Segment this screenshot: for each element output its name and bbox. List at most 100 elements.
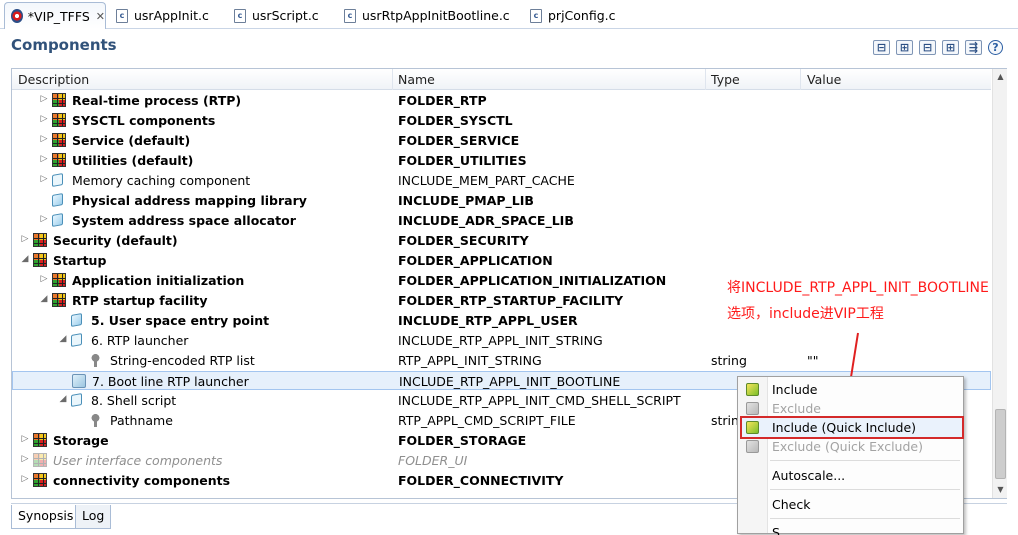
collapse-arrow-icon[interactable]: ◢ bbox=[39, 294, 49, 304]
expand-arrow-icon[interactable]: ▷ bbox=[39, 114, 49, 124]
exclude-icon bbox=[746, 440, 759, 453]
expand-all-icon[interactable]: ⊞ bbox=[896, 40, 913, 55]
column-value[interactable]: Value bbox=[807, 72, 841, 87]
table-row[interactable]: ▷ Memory caching component INCLUDE_MEM_PAR… bbox=[12, 171, 991, 191]
tab-log[interactable]: Log bbox=[75, 505, 112, 529]
tab-usrrtpappinitbootline[interactable]: c usrRtpAppInitBootline.c bbox=[338, 2, 510, 29]
menu-item-autoscale[interactable]: Autoscale... bbox=[738, 466, 963, 485]
folder-icon bbox=[52, 273, 66, 287]
column-description[interactable]: Description bbox=[18, 72, 89, 87]
row-description: RTP startup facility bbox=[72, 293, 208, 308]
scroll-down-icon[interactable]: ▼ bbox=[993, 482, 1008, 498]
row-description: Security (default) bbox=[53, 233, 178, 248]
folder-icon bbox=[33, 453, 47, 467]
row-description: 8. Shell script bbox=[91, 393, 177, 408]
tab-usrappinit[interactable]: c usrAppInit.c bbox=[110, 2, 209, 29]
row-name: INCLUDE_RTP_APPL_INIT_BOOTLINE bbox=[399, 374, 621, 389]
row-name: INCLUDE_RTP_APPL_USER bbox=[398, 313, 578, 328]
expand-arrow-icon[interactable]: ▷ bbox=[39, 174, 49, 184]
column-divider[interactable] bbox=[800, 69, 801, 90]
column-divider[interactable] bbox=[392, 69, 393, 90]
menu-item-exclude[interactable]: Exclude bbox=[738, 399, 963, 418]
row-description: Application initialization bbox=[72, 273, 245, 288]
row-description: Startup bbox=[53, 253, 107, 268]
row-name: FOLDER_STORAGE bbox=[398, 433, 527, 448]
table-row[interactable]: ▷ Utilities (default) FOLDER_UTILITIES bbox=[12, 151, 991, 171]
expand-arrow-icon[interactable]: ▷ bbox=[39, 274, 49, 284]
menu-item-quick-include[interactable]: Include (Quick Include) bbox=[740, 416, 964, 439]
collapse-arrow-icon[interactable]: ◢ bbox=[58, 334, 68, 344]
row-description: connectivity components bbox=[53, 473, 231, 488]
collapse-arrow-icon[interactable]: ◢ bbox=[20, 254, 30, 264]
help-icon[interactable]: ? bbox=[988, 40, 1003, 55]
scrollbar-thumb[interactable] bbox=[995, 409, 1006, 479]
c-file-icon: c bbox=[234, 8, 246, 23]
menu-separator bbox=[770, 460, 960, 461]
folder-icon bbox=[33, 433, 47, 447]
tab-vip-tffs[interactable]: *VIP_TFFS ✕ bbox=[4, 2, 106, 29]
row-type: string bbox=[711, 353, 747, 368]
expand-arrow-icon[interactable]: ▷ bbox=[39, 134, 49, 144]
table-row[interactable]: ▷ SYSCTL components FOLDER_SYSCTL bbox=[12, 111, 991, 131]
tab-synopsis[interactable]: Synopsis bbox=[11, 505, 81, 529]
table-row[interactable]: ▷ Security (default) FOLDER_SECURITY bbox=[12, 231, 991, 251]
table-row[interactable]: ◢ Startup FOLDER_APPLICATION bbox=[12, 251, 991, 271]
row-description: 5. User space entry point bbox=[91, 313, 270, 328]
menu-separator bbox=[770, 518, 960, 519]
expand-arrow-icon[interactable]: ▷ bbox=[20, 234, 30, 244]
row-description: Memory caching component bbox=[72, 173, 251, 188]
folder-icon bbox=[52, 113, 66, 127]
column-type[interactable]: Type bbox=[711, 72, 740, 87]
expand-arrow-icon[interactable]: ▷ bbox=[39, 214, 49, 224]
row-name: RTP_APPL_CMD_SCRIPT_FILE bbox=[398, 413, 576, 428]
table-row[interactable]: ◢ 6. RTP launcher INCLUDE_RTP_APPL_INIT_ST… bbox=[12, 331, 991, 351]
close-icon[interactable]: ✕ bbox=[96, 10, 105, 23]
expand-arrow-icon[interactable]: ▷ bbox=[39, 154, 49, 164]
row-description: Storage bbox=[53, 433, 109, 448]
folder-icon bbox=[52, 293, 66, 307]
filter-icon[interactable]: ⇶ bbox=[965, 40, 982, 55]
row-value[interactable]: "" bbox=[807, 353, 819, 368]
vertical-scrollbar[interactable]: ▲ ▼ bbox=[992, 69, 1007, 498]
column-divider[interactable] bbox=[705, 69, 706, 90]
expand-arrow-icon[interactable]: ▷ bbox=[20, 474, 30, 484]
include-icon bbox=[746, 421, 759, 434]
collapse-arrow-icon[interactable]: ◢ bbox=[58, 394, 68, 404]
menu-item-check[interactable]: Check bbox=[738, 495, 963, 514]
row-name: FOLDER_UTILITIES bbox=[398, 153, 527, 168]
expand-arrow-icon[interactable]: ▷ bbox=[20, 454, 30, 464]
tab-label: *VIP_TFFS bbox=[27, 8, 90, 24]
component-icon bbox=[71, 313, 82, 327]
c-file-icon: c bbox=[344, 8, 356, 23]
include-icon bbox=[746, 383, 759, 396]
expand-arrow-icon[interactable]: ▷ bbox=[20, 434, 30, 444]
component-icon bbox=[72, 374, 86, 388]
component-icon bbox=[52, 213, 63, 227]
column-name[interactable]: Name bbox=[398, 72, 435, 87]
tab-prjconfig[interactable]: c prjConfig.c bbox=[524, 2, 616, 29]
table-row[interactable]: ▷ Service (default) FOLDER_SERVICE bbox=[12, 131, 991, 151]
menu-item-truncated[interactable]: S... bbox=[738, 523, 963, 535]
table-row[interactable]: ▷ Real-time process (RTP) FOLDER_RTP bbox=[12, 91, 991, 111]
row-name: FOLDER_SYSCTL bbox=[398, 113, 513, 128]
menu-separator bbox=[770, 489, 960, 490]
collapse-icon[interactable]: ⊟ bbox=[919, 40, 936, 55]
tab-label: usrRtpAppInitBootline.c bbox=[362, 8, 510, 23]
table-row[interactable]: Physical address mapping library INCLUDE_… bbox=[12, 191, 991, 211]
menu-item-include[interactable]: Include bbox=[738, 380, 963, 399]
expand-arrow-icon[interactable]: ▷ bbox=[39, 94, 49, 104]
folder-icon bbox=[52, 93, 66, 107]
expand-icon[interactable]: ⊞ bbox=[942, 40, 959, 55]
row-description: String-encoded RTP list bbox=[110, 353, 255, 368]
row-name: INCLUDE_RTP_APPL_INIT_CMD_SHELL_SCRIPT bbox=[398, 393, 681, 408]
table-row[interactable]: ▷ System address space allocator INCLUDE_A… bbox=[12, 211, 991, 231]
table-row[interactable]: String-encoded RTP list RTP_APPL_INIT_STR… bbox=[12, 351, 991, 371]
context-menu: Include Exclude Include (Quick Include) … bbox=[737, 376, 964, 535]
scroll-up-icon[interactable]: ▲ bbox=[993, 69, 1008, 85]
exclude-icon bbox=[746, 402, 759, 415]
collapse-all-icon[interactable]: ⊟ bbox=[873, 40, 890, 55]
tab-label: prjConfig.c bbox=[548, 8, 616, 23]
row-name: RTP_APPL_INIT_STRING bbox=[398, 353, 542, 368]
tab-usrscript[interactable]: c usrScript.c bbox=[228, 2, 319, 29]
menu-item-quick-exclude[interactable]: Exclude (Quick Exclude) bbox=[738, 437, 963, 456]
